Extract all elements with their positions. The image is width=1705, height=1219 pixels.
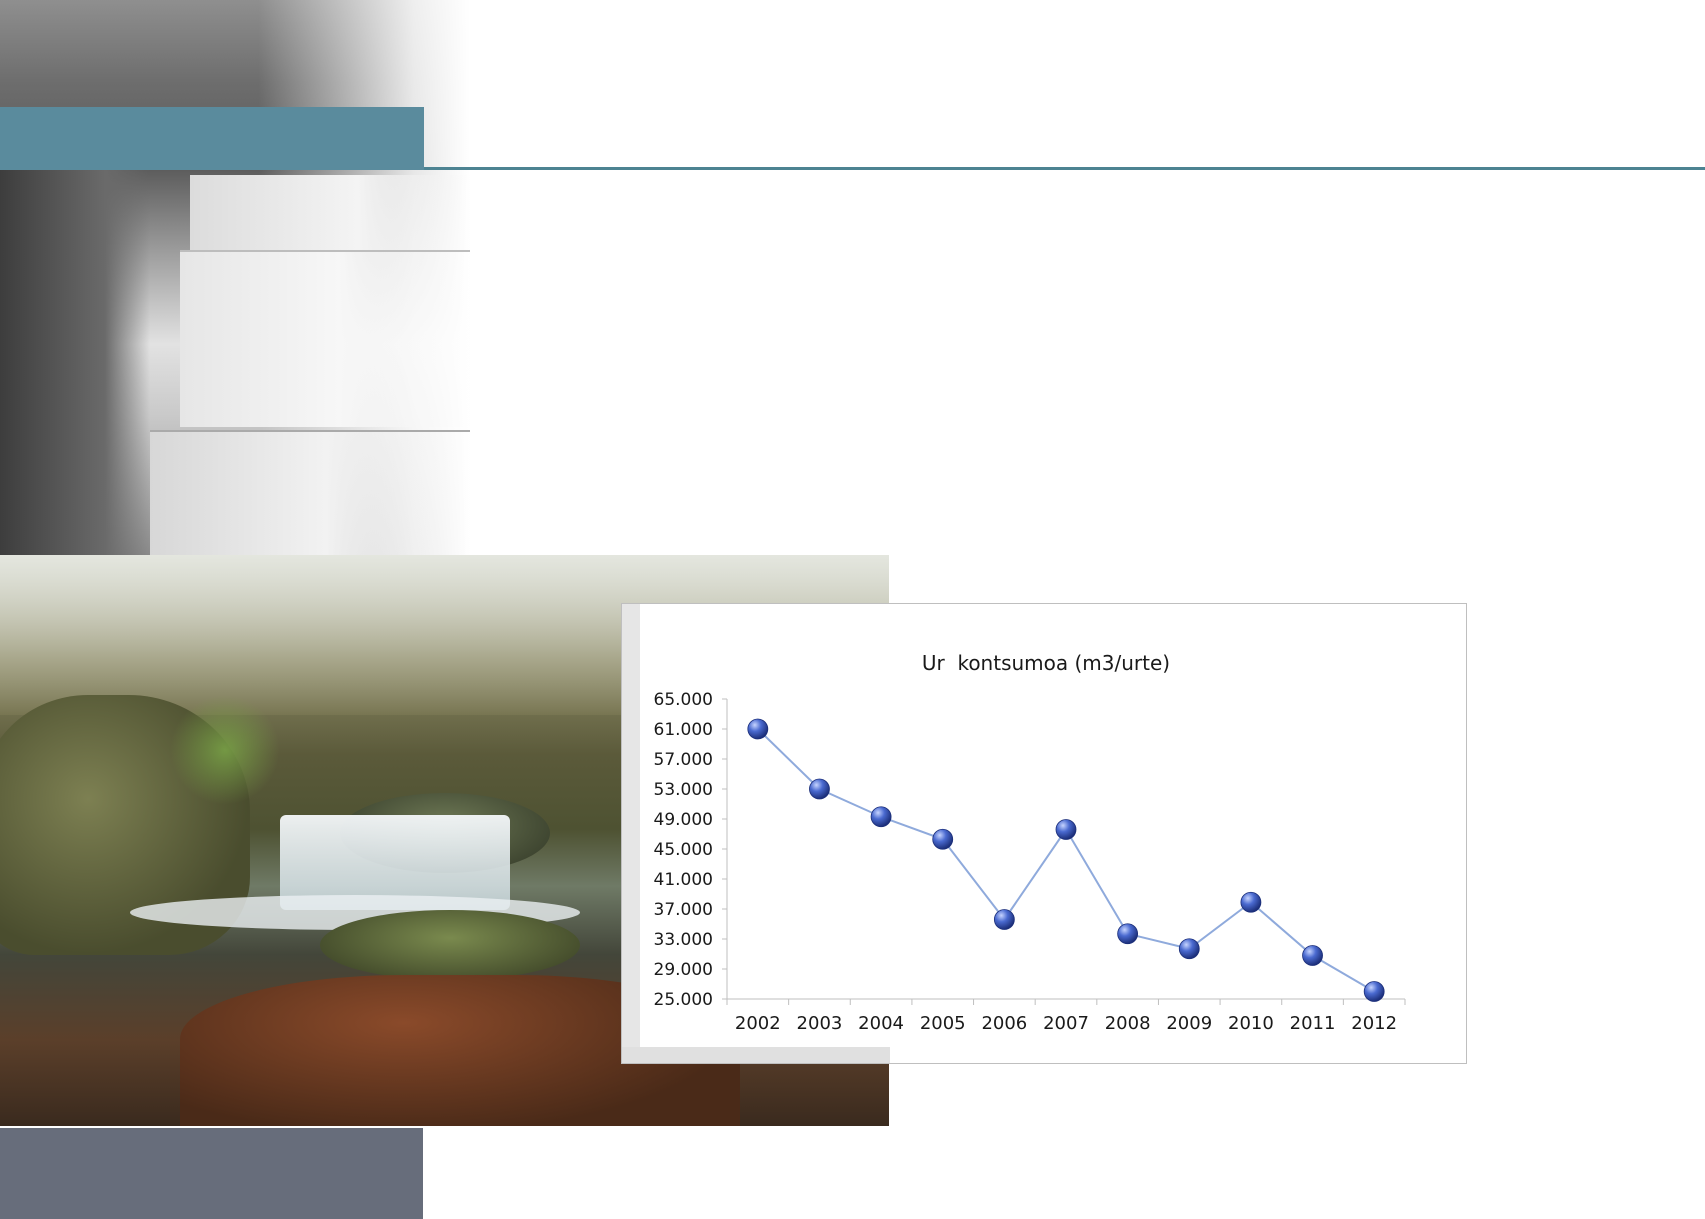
header-accent-block: [0, 107, 424, 170]
data-point: [1302, 945, 1323, 966]
data-point: [1240, 891, 1262, 913]
y-tick-label: 53.000: [654, 780, 713, 800]
y-tick-label: 33.000: [654, 930, 713, 950]
photo-fern: [170, 695, 280, 805]
data-point: [993, 909, 1015, 930]
data-point: [870, 806, 892, 828]
chart-title: Ur kontsumoa (m3/urte): [922, 651, 1170, 675]
photo-shelf: [150, 430, 470, 557]
data-point: [1178, 938, 1200, 960]
photo-shadow: [0, 170, 150, 555]
y-axis: 25.000 29.000 33.000 37.000 41.000 45.000 49.0…: [654, 690, 728, 1010]
x-tick-label: 2004: [858, 1013, 904, 1034]
background-photo-archive: [0, 0, 470, 557]
data-point: [1117, 923, 1139, 945]
x-axis: 2002 2003 2004 2005 2006 2007 2008 2009 2010 2011…: [726, 998, 1406, 1034]
x-tick-label: 2005: [920, 1013, 966, 1034]
x-tick-label: 2009: [1166, 1013, 1212, 1034]
y-tick-label: 29.000: [654, 960, 713, 980]
photo-shelf: [180, 250, 470, 427]
x-tick-label: 2012: [1351, 1013, 1397, 1034]
photo-shelf: [190, 175, 470, 250]
data-point: [1363, 981, 1385, 1002]
series-line: [757, 728, 1375, 993]
data-point: [747, 718, 769, 740]
y-tick-label: 41.000: [654, 870, 713, 890]
x-tick-label: 2007: [1043, 1013, 1089, 1034]
data-point: [932, 828, 954, 850]
footer-accent-block: [0, 1128, 423, 1219]
chart-panel: Ur kontsumoa (m3/urte) 25.000 29.000 33.00…: [621, 603, 1467, 1064]
x-tick-label: 2006: [981, 1013, 1027, 1034]
line-chart: Ur kontsumoa (m3/urte) 25.000 29.000 33.00…: [654, 651, 1406, 1034]
y-tick-label: 65.000: [654, 690, 713, 710]
y-tick-label: 49.000: [654, 810, 713, 830]
data-point: [809, 778, 830, 800]
y-tick-label: 57.000: [654, 750, 713, 770]
x-tick-label: 2010: [1228, 1013, 1274, 1034]
x-tick-label: 2008: [1105, 1013, 1151, 1034]
y-tick-label: 61.000: [654, 720, 713, 740]
y-tick-label: 45.000: [654, 840, 713, 860]
x-tick-label: 2002: [735, 1013, 781, 1034]
x-tick-label: 2011: [1290, 1013, 1336, 1034]
header-rule-line: [424, 167, 1705, 170]
y-tick-label: 37.000: [654, 900, 713, 920]
y-tick-label: 25.000: [654, 990, 713, 1010]
photo-rock-front: [320, 910, 580, 980]
data-point: [1055, 819, 1077, 840]
x-tick-label: 2003: [797, 1013, 843, 1034]
series-water-consumption: [747, 718, 1385, 1002]
